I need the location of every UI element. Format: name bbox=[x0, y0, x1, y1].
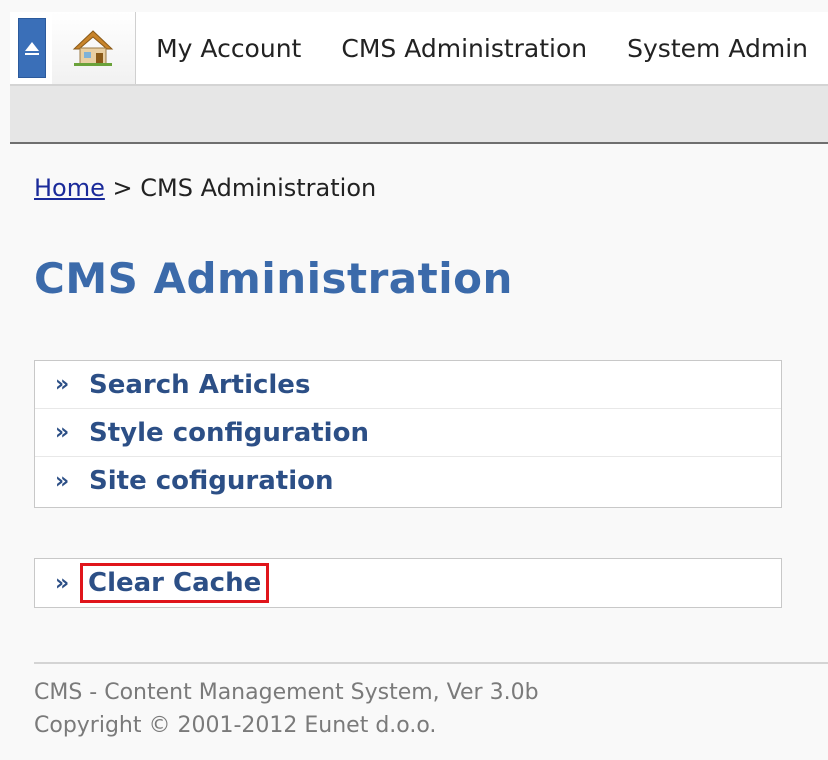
menu-item-site-configuration[interactable]: » Site cofiguration bbox=[35, 457, 781, 505]
footer: CMS - Content Management System, Ver 3.0… bbox=[34, 676, 539, 742]
admin-menu-secondary: » Clear Cache bbox=[34, 558, 782, 608]
home-icon bbox=[73, 30, 114, 66]
bullet-icon: » bbox=[55, 372, 70, 397]
page-title: CMS Administration bbox=[34, 254, 513, 303]
breadcrumb-current: CMS Administration bbox=[140, 174, 377, 202]
home-button[interactable] bbox=[51, 12, 137, 84]
collapse-up-icon bbox=[24, 42, 39, 55]
admin-menu-primary: » Search Articles » Style configuration … bbox=[34, 360, 782, 508]
style-configuration-link[interactable]: Style configuration bbox=[89, 418, 369, 448]
breadcrumb-home-link[interactable]: Home bbox=[34, 174, 105, 202]
site-configuration-link[interactable]: Site cofiguration bbox=[89, 466, 334, 496]
nav-cms-administration[interactable]: CMS Administration bbox=[321, 12, 607, 84]
nav-system-admin[interactable]: System Admin bbox=[607, 12, 828, 84]
footer-copyright-text: Copyright © 2001-2012 Eunet d.o.o. bbox=[34, 713, 437, 738]
breadcrumb: Home > CMS Administration bbox=[34, 174, 376, 202]
bullet-icon: » bbox=[55, 420, 70, 445]
footer-version-text: CMS - Content Management System, Ver 3.0… bbox=[34, 680, 539, 705]
search-articles-link[interactable]: Search Articles bbox=[89, 370, 310, 400]
bullet-icon: » bbox=[55, 468, 70, 494]
sub-nav-bar bbox=[10, 86, 828, 144]
menu-item-style-configuration[interactable]: » Style configuration bbox=[35, 409, 781, 457]
top-nav-bar: My Account CMS Administration System Adm… bbox=[10, 12, 828, 86]
clear-cache-link[interactable]: Clear Cache bbox=[80, 563, 270, 603]
menu-item-clear-cache[interactable]: » Clear Cache bbox=[35, 559, 781, 607]
menu-item-search-articles[interactable]: » Search Articles bbox=[35, 361, 781, 409]
breadcrumb-separator: > bbox=[112, 174, 133, 202]
collapse-menu-button[interactable] bbox=[18, 18, 46, 78]
footer-divider bbox=[34, 662, 828, 664]
nav-my-account[interactable]: My Account bbox=[136, 12, 321, 84]
